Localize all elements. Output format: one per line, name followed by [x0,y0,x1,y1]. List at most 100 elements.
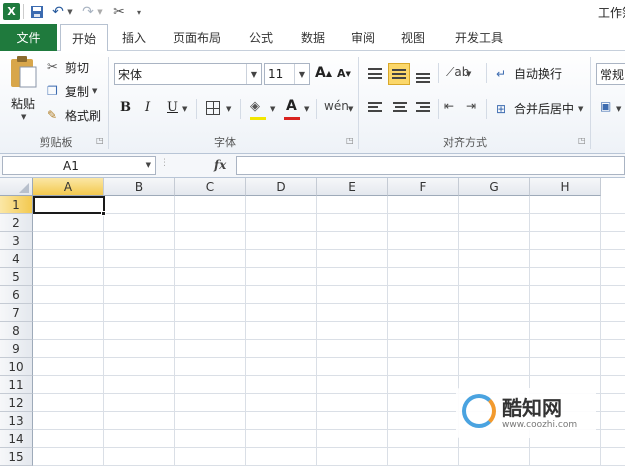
tab-review[interactable]: 审阅 [342,24,384,51]
row-header-3[interactable]: 3 [0,232,33,250]
worksheet-grid: ABCDEFGH 1 2 3 4 5 6 7 8 9 10 11 12 13 14 15 酷知网 www.c… [0,178,625,466]
excel-logo-icon[interactable]: X [3,3,20,20]
borders-icon[interactable] [206,101,220,115]
font-color-button[interactable]: A [286,98,297,114]
font-name-combo[interactable]: 宋体 ▼ [114,63,262,85]
font-row-separator-2 [240,99,241,119]
wrap-text-button[interactable]: ↵ 自动换行 [496,65,562,82]
function-wizard-icon[interactable]: fx [214,158,226,172]
underline-dropdown-icon[interactable]: ▼ [182,105,187,113]
align-separator-4 [486,99,487,119]
phonetic-dropdown-icon[interactable]: ▼ [348,105,353,113]
row-gridline [33,339,625,340]
fill-color-dropdown-icon[interactable]: ▼ [270,105,275,113]
tab-home[interactable]: 开始 [60,24,108,52]
tab-view[interactable]: 视图 [392,24,434,51]
fill-handle[interactable] [101,211,106,216]
undo-dropdown-icon[interactable]: ▼ [66,3,74,21]
merge-center-label: 合并后居中 [514,102,575,116]
redo-dropdown-icon[interactable]: ▼ [96,3,104,21]
tab-insert[interactable]: 插入 [112,24,156,51]
customize-qat-icon[interactable]: ▾ [134,3,144,21]
row-header-12[interactable]: 12 [0,394,33,412]
column-header-d[interactable]: D [246,178,317,196]
paste-button[interactable]: 粘贴 ▼ [6,55,40,125]
formula-bar-resize-handle[interactable]: ⋮ [160,158,169,173]
shrink-font-icon[interactable]: A ▼ [337,67,351,80]
number-format-combo[interactable]: 常规 [596,63,625,85]
column-header-h[interactable]: H [530,178,601,196]
grow-font-icon[interactable]: A ▲ [315,65,332,81]
column-header-g[interactable]: G [459,178,530,196]
align-bottom-icon[interactable] [414,65,432,83]
row-header-9[interactable]: 9 [0,340,33,358]
align-left-icon[interactable] [368,101,384,115]
fill-color-icon[interactable]: ◈ [250,99,260,114]
tab-file[interactable]: 文件 [0,24,57,51]
row-header-15[interactable]: 15 [0,448,33,466]
row-header-13[interactable]: 13 [0,412,33,430]
column-header-c[interactable]: C [175,178,246,196]
redo-icon[interactable]: ↷ [80,3,96,21]
bold-button[interactable]: B [120,100,131,115]
tab-developer[interactable]: 开发工具 [446,24,512,51]
undo-icon[interactable]: ↶ [50,3,66,21]
borders-dropdown-icon[interactable]: ▼ [226,105,231,113]
row-header-8[interactable]: 8 [0,322,33,340]
column-header-a[interactable]: A [33,178,104,196]
save-icon[interactable] [28,3,46,21]
increase-indent-icon[interactable]: ⇥ [466,99,476,113]
tab-page-layout[interactable]: 页面布局 [164,24,230,51]
paste-dropdown-icon[interactable]: ▼ [21,113,26,121]
row-header-4[interactable]: 4 [0,250,33,268]
copy-button[interactable]: ❐ 复制 ▼ [47,82,97,100]
clipboard-launcher-icon[interactable]: ◳ [96,136,104,145]
orientation-dropdown-icon[interactable]: ▼ [466,70,471,78]
row-header-2[interactable]: 2 [0,214,33,232]
row-gridline [33,213,625,214]
row-header-6[interactable]: 6 [0,286,33,304]
row-header-14[interactable]: 14 [0,430,33,448]
phonetic-guide-icon[interactable]: wén [324,99,349,113]
tab-formulas[interactable]: 公式 [240,24,282,51]
row-header-10[interactable]: 10 [0,358,33,376]
column-header-b[interactable]: B [104,178,175,196]
font-color-dropdown-icon[interactable]: ▼ [304,105,309,113]
align-center-icon[interactable] [392,101,408,115]
tab-data[interactable]: 数据 [292,24,334,51]
row-header-5[interactable]: 5 [0,268,33,286]
italic-button[interactable]: I [145,100,150,115]
format-painter-button[interactable]: ✎ 格式刷 [47,106,101,124]
row-header-7[interactable]: 7 [0,304,33,322]
column-gridline [600,196,601,466]
align-middle-icon[interactable] [388,63,410,85]
align-right-icon[interactable] [414,101,430,115]
column-header-f[interactable]: F [388,178,459,196]
copy-dropdown-icon[interactable]: ▼ [92,87,97,95]
cut-button[interactable]: ✂ 剪切 [47,58,89,76]
alignment-launcher-icon[interactable]: ◳ [578,136,586,145]
currency-dropdown-icon[interactable]: ▼ [616,105,621,113]
qat-separator [23,4,24,19]
merge-dropdown-icon[interactable]: ▼ [578,105,583,113]
wrap-text-label: 自动换行 [514,67,563,81]
column-header-e[interactable]: E [317,178,388,196]
decrease-indent-icon[interactable]: ⇤ [444,99,454,113]
formula-input[interactable] [236,156,625,175]
currency-format-icon[interactable]: ▣ [600,99,611,113]
name-box[interactable]: A1 ▼ [2,156,156,175]
merge-center-button[interactable]: ⊞ 合并后居中 ▼ [496,100,583,117]
tools-icon[interactable]: ✂ [110,3,128,21]
align-top-icon[interactable] [366,65,384,83]
name-box-dropdown-icon[interactable]: ▼ [146,161,151,169]
underline-button[interactable]: U [167,100,178,115]
row-header-11[interactable]: 11 [0,376,33,394]
row-header-1[interactable]: 1 [0,196,33,214]
font-size-dropdown-icon[interactable]: ▼ [294,64,309,84]
font-name-value: 宋体 [118,67,143,82]
select-all-button[interactable] [0,178,33,196]
font-size-combo[interactable]: 11 ▼ [264,63,310,85]
font-name-dropdown-icon[interactable]: ▼ [246,64,261,84]
font-launcher-icon[interactable]: ◳ [346,136,354,145]
active-cell-a1[interactable] [33,196,105,214]
